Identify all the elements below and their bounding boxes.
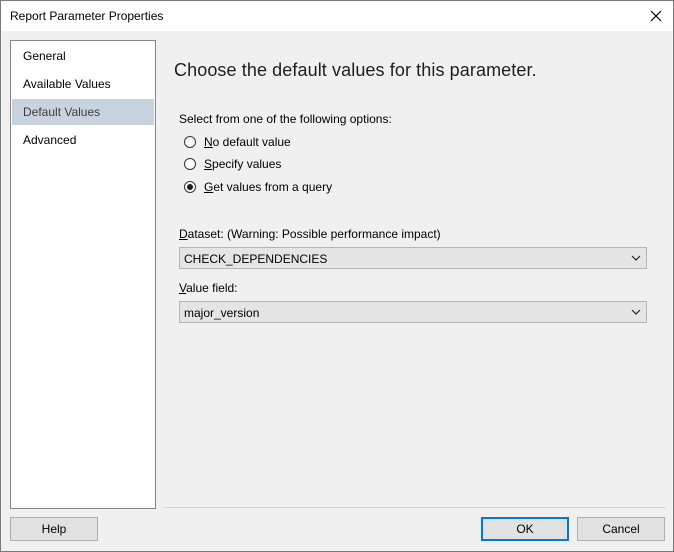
dataset-value: CHECK_DEPENDENCIES: [184, 252, 328, 266]
radio-get-values-from-query[interactable]: Get values from a query: [184, 179, 332, 195]
radio-label[interactable]: Specify values: [204, 157, 281, 171]
title-bar: Report Parameter Properties: [1, 1, 673, 31]
radio-specify-values[interactable]: Specify values: [184, 156, 281, 172]
options-prompt: Select from one of the following options…: [179, 112, 392, 126]
radio-button[interactable]: [184, 136, 196, 148]
radio-label[interactable]: Get values from a query: [204, 180, 332, 194]
ok-button[interactable]: OK: [481, 517, 569, 541]
value-field-label: Value field:: [179, 281, 238, 295]
radio-label[interactable]: No default value: [204, 135, 291, 149]
chevron-down-icon[interactable]: [630, 306, 642, 318]
value-field-dropdown[interactable]: major_version: [179, 301, 647, 323]
page-heading: Choose the default values for this param…: [174, 60, 537, 80]
dialog-window: Report Parameter Properties General Avai…: [0, 0, 674, 552]
radio-no-default-value[interactable]: No default value: [184, 134, 291, 150]
page-navigation: General Available Values Default Values …: [10, 40, 156, 509]
close-button[interactable]: [639, 1, 673, 31]
nav-item-available-values[interactable]: Available Values: [12, 71, 154, 97]
radio-button[interactable]: [184, 158, 196, 170]
value-field-value: major_version: [184, 306, 260, 320]
close-icon: [650, 10, 662, 22]
nav-item-default-values[interactable]: Default Values: [12, 99, 154, 125]
help-button[interactable]: Help: [10, 517, 98, 541]
radio-button-selected[interactable]: [184, 181, 196, 193]
dataset-dropdown[interactable]: CHECK_DEPENDENCIES: [179, 247, 647, 269]
nav-item-advanced[interactable]: Advanced: [12, 127, 154, 153]
dataset-label: Dataset: (Warning: Possible performance …: [179, 227, 441, 241]
nav-item-general[interactable]: General: [12, 43, 154, 69]
footer-divider: [163, 507, 666, 508]
window-title: Report Parameter Properties: [10, 9, 164, 23]
chevron-down-icon[interactable]: [630, 252, 642, 264]
cancel-button[interactable]: Cancel: [577, 517, 665, 541]
